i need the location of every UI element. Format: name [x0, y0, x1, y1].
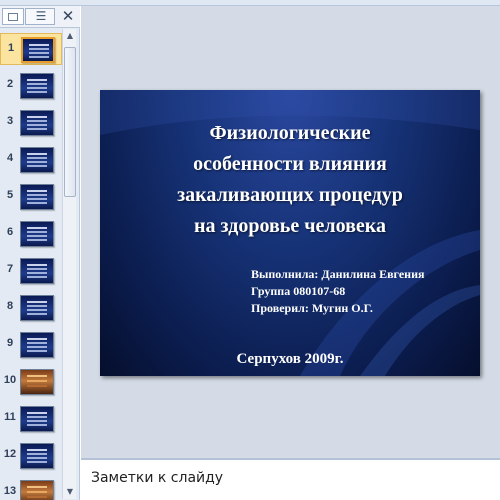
slide-thumbnail-row[interactable]: 5 [0, 181, 62, 213]
slide-thumbnail-row[interactable]: 9 [0, 329, 62, 361]
slide-thumbnail[interactable] [20, 332, 54, 358]
scroll-thumb[interactable] [64, 47, 76, 197]
slide-thumbnail[interactable] [20, 369, 54, 395]
slide-thumbnail[interactable] [20, 221, 54, 247]
slide-number: 12 [3, 448, 17, 460]
author-line: Выполнила: Данилина Евгения [251, 267, 425, 281]
notes-placeholder: Заметки к слайду [91, 470, 224, 486]
slide-number: 1 [7, 42, 15, 54]
slide-number: 4 [6, 152, 14, 164]
tab-slides[interactable] [2, 8, 24, 25]
scroll-down-arrow-icon[interactable]: ▼ [63, 485, 77, 499]
group-line: Группа 080107-68 [251, 284, 346, 298]
slide-thumbnail[interactable] [20, 295, 54, 321]
slide-thumbnail[interactable] [20, 406, 54, 432]
scroll-up-arrow-icon[interactable]: ▲ [63, 29, 77, 43]
slide-icon [8, 13, 18, 21]
slide-thumbnail-row[interactable]: 3 [0, 107, 62, 139]
slide-thumbnail-row[interactable]: 8 [0, 292, 62, 324]
title-line: Физиологические [209, 122, 371, 144]
slide-thumbnail-row[interactable]: 1 [0, 33, 62, 65]
slide-thumbnail-row[interactable]: 13 [0, 477, 62, 500]
slide-thumbnail-row[interactable]: 10 [0, 366, 62, 398]
notes-pane[interactable]: Заметки к слайду [81, 458, 500, 500]
thumbnail-scrollbar[interactable]: ▲ ▼ [62, 29, 76, 499]
slides-pane: ☰ ✕ 1 2 3 4 5 6 7 8 9 10 11 12 13 ▲ ▼ [0, 6, 80, 500]
outline-icon: ☰ [35, 9, 47, 23]
slide-number: 7 [6, 263, 14, 275]
slide-number: 6 [6, 226, 14, 238]
slide-number: 10 [3, 374, 17, 386]
slide-thumbnail[interactable] [20, 480, 54, 500]
title-line: особенности влияния [193, 153, 387, 175]
slide-thumbnail-row[interactable]: 7 [0, 255, 62, 287]
slide-editing-area: Физиологические особенности влияния зака… [81, 6, 500, 458]
slide-thumbnail[interactable] [20, 258, 54, 284]
slide-thumbnail[interactable] [20, 147, 54, 173]
title-line: на здоровье человека [194, 215, 386, 237]
slide-thumbnail-row[interactable]: 12 [0, 440, 62, 472]
slide-thumbnail-row[interactable]: 2 [0, 70, 62, 102]
slide-thumbnail-row[interactable]: 4 [0, 144, 62, 176]
slide-footer[interactable]: Серпухов 2009г. [100, 350, 480, 368]
pane-tabs: ☰ ✕ [0, 6, 80, 28]
slide-number: 5 [6, 189, 14, 201]
slide-thumbnail-row[interactable]: 6 [0, 218, 62, 250]
close-pane-button[interactable]: ✕ [60, 8, 76, 24]
checked-by-line: Проверил: Мугин О.Г. [251, 301, 373, 315]
slide-author-block[interactable]: Выполнила: Данилина Евгения Группа 08010… [251, 266, 479, 317]
slide-thumbnail[interactable] [21, 37, 55, 63]
slide-number: 2 [6, 78, 14, 90]
title-line: закаливающих процедур [177, 184, 403, 206]
slide-title[interactable]: Физиологические особенности влияния зака… [120, 118, 460, 242]
slide-thumbnail[interactable] [20, 184, 54, 210]
slide-number: 11 [4, 411, 16, 423]
tab-outline[interactable]: ☰ [25, 8, 55, 25]
slide-number: 13 [3, 485, 17, 497]
slide-number: 9 [6, 337, 14, 349]
slide-thumbnail[interactable] [20, 443, 54, 469]
slide-thumbnail[interactable] [20, 73, 54, 99]
slide-thumbnail-row[interactable]: 11 [0, 403, 62, 435]
slide-number: 3 [6, 115, 14, 127]
slide-thumbnail[interactable] [20, 110, 54, 136]
slide-number: 8 [6, 300, 14, 312]
current-slide[interactable]: Физиологические особенности влияния зака… [100, 90, 480, 376]
